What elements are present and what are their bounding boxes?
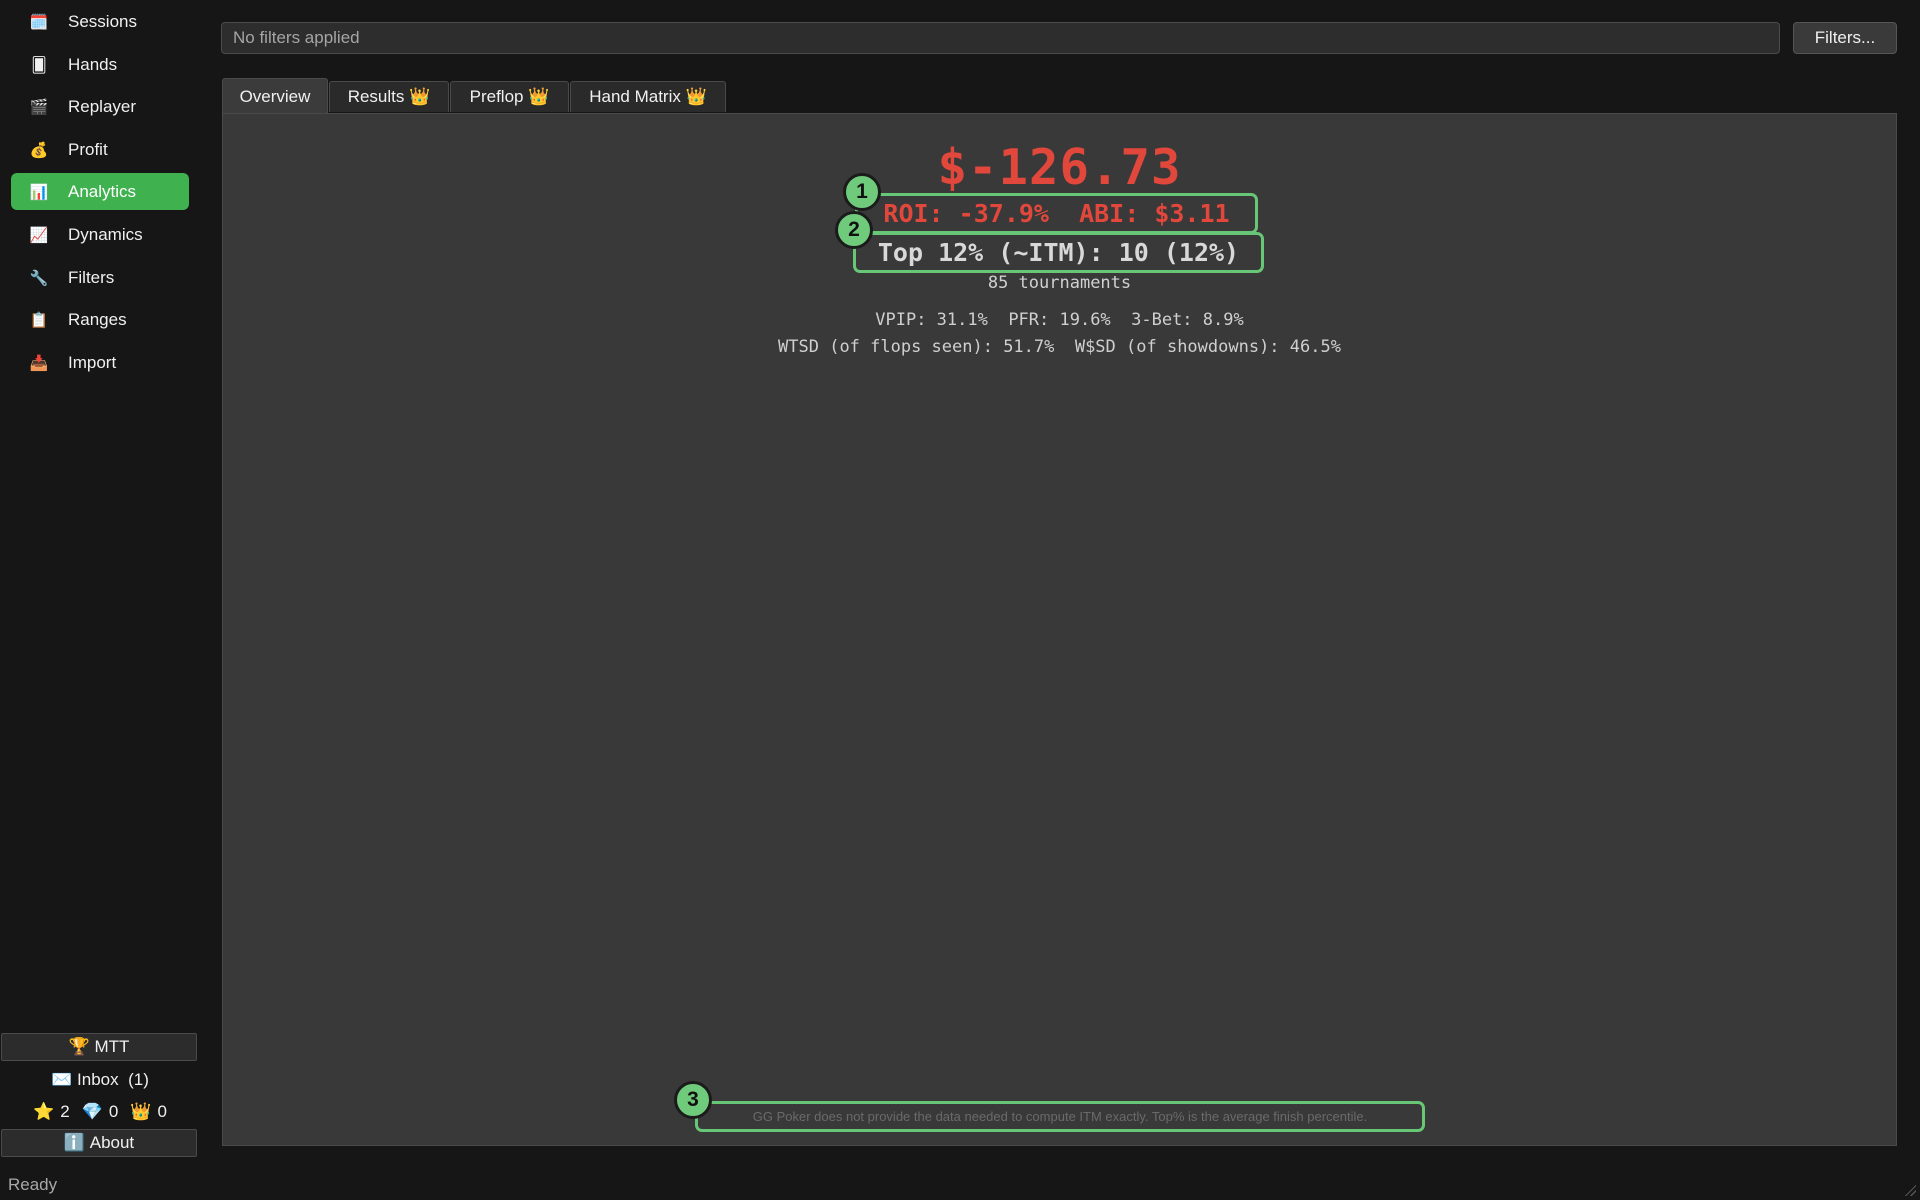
showdown-stats: WTSD (of flops seen): 51.7% W$SD (of sho… [778, 337, 1341, 357]
clipboard-icon: 📋 [29, 311, 49, 329]
crown-icon: 👑 [409, 87, 431, 106]
crown-icon: 👑 [130, 1102, 152, 1121]
sidebar-item-filters[interactable]: 🔧 Filters [11, 259, 189, 296]
sidebar-item-hands[interactable]: 🂠 Hands [11, 46, 189, 83]
line-chart-icon: 📈 [29, 226, 49, 244]
tab-label: Overview [239, 86, 311, 106]
sidebar-item-label: Ranges [68, 309, 127, 329]
clapperboard-icon: 🎬 [29, 98, 49, 116]
sidebar-item-label: Hands [68, 54, 118, 74]
inbox-link[interactable]: ✉️ Inbox (1) [0, 1070, 200, 1090]
gem-icon: 💎 [81, 1102, 103, 1121]
tab-hand-matrix[interactable]: Hand Matrix 👑 [570, 81, 726, 112]
star-counter: ⭐ 2 [33, 1102, 70, 1122]
playing-card-icon: 🂠 [31, 56, 47, 74]
mtt-mode-label: MTT [94, 1037, 130, 1056]
annotation-marker-2: 2 [835, 211, 873, 249]
annotation-marker-1: 1 [843, 173, 881, 211]
sidebar-item-label: Analytics [68, 181, 137, 201]
tab-results[interactable]: Results 👑 [329, 81, 449, 112]
mtt-mode-button[interactable]: 🏆 MTT [1, 1033, 197, 1061]
sidebar: 🗓️ Sessions 🂠 Hands 🎬 Replayer 💰 Profit … [0, 0, 202, 1170]
sidebar-item-label: Import [68, 352, 117, 372]
gem-counter: 💎 0 [82, 1102, 119, 1122]
resize-grip-icon[interactable] [1902, 1182, 1916, 1196]
badge-counters: ⭐ 2 💎 0 👑 0 [0, 1102, 200, 1122]
calendar-icon: 🗓️ [29, 13, 49, 31]
sidebar-item-label: Profit [68, 139, 108, 159]
sidebar-item-label: Sessions [68, 11, 137, 31]
top-itm-line: Top 12% (~ITM): 10 (12%) [853, 232, 1264, 273]
about-label: About [89, 1133, 135, 1152]
tab-label: Preflop [469, 87, 524, 106]
tab-preflop[interactable]: Preflop 👑 [450, 81, 569, 112]
crown-icon: 👑 [685, 87, 707, 106]
about-button[interactable]: ℹ️ About [1, 1129, 197, 1157]
sidebar-item-replayer[interactable]: 🎬 Replayer [11, 88, 189, 125]
tab-label: Hand Matrix [589, 87, 681, 106]
trophy-icon: 🏆 [68, 1037, 90, 1056]
envelope-icon: ✉️ [51, 1070, 73, 1089]
roi-abi-line: ROI: -37.9% ABI: $3.11 [855, 193, 1258, 234]
overview-panel: $-126.73 ROI: -37.9% ABI: $3.11 Top 12% … [222, 113, 1897, 1146]
filter-summary-field[interactable]: No filters applied [221, 22, 1780, 54]
gem-count: 0 [108, 1102, 119, 1121]
tournament-count: 85 tournaments [987, 273, 1132, 293]
preflop-stats: VPIP: 31.1% PFR: 19.6% 3-Bet: 8.9% [875, 310, 1244, 330]
sidebar-item-sessions[interactable]: 🗓️ Sessions [11, 3, 189, 40]
sidebar-item-ranges[interactable]: 📋 Ranges [11, 301, 189, 338]
wrench-icon: 🔧 [29, 269, 49, 287]
star-count: 2 [60, 1102, 70, 1121]
filters-button[interactable]: Filters... [1793, 22, 1897, 54]
crown-count: 0 [157, 1102, 167, 1121]
sidebar-item-label: Filters [68, 267, 115, 287]
sidebar-item-label: Replayer [68, 96, 137, 116]
inbox-tray-icon: 📥 [29, 354, 49, 372]
sidebar-item-analytics[interactable]: 📊 Analytics [11, 173, 189, 210]
itm-footnote: GG Poker does not provide the data neede… [695, 1101, 1425, 1132]
info-icon: ℹ️ [63, 1133, 85, 1152]
crown-icon: 👑 [528, 87, 550, 106]
inbox-count: (1) [128, 1070, 149, 1089]
crown-counter: 👑 0 [130, 1102, 167, 1122]
star-icon: ⭐ [33, 1102, 55, 1121]
annotation-marker-3: 3 [674, 1081, 712, 1119]
tab-overview[interactable]: Overview [222, 78, 328, 114]
bar-chart-icon: 📊 [29, 183, 49, 201]
sidebar-item-label: Dynamics [68, 224, 143, 244]
status-bar-text: Ready [8, 1175, 58, 1194]
sidebar-item-import[interactable]: 📥 Import [11, 344, 189, 381]
tab-label: Results [347, 87, 405, 106]
money-bag-icon: 💰 [29, 141, 49, 159]
sidebar-item-profit[interactable]: 💰 Profit [11, 131, 189, 168]
sidebar-item-dynamics[interactable]: 📈 Dynamics [11, 216, 189, 253]
total-profit: $-126.73 [937, 139, 1182, 196]
inbox-label: Inbox [77, 1070, 119, 1089]
